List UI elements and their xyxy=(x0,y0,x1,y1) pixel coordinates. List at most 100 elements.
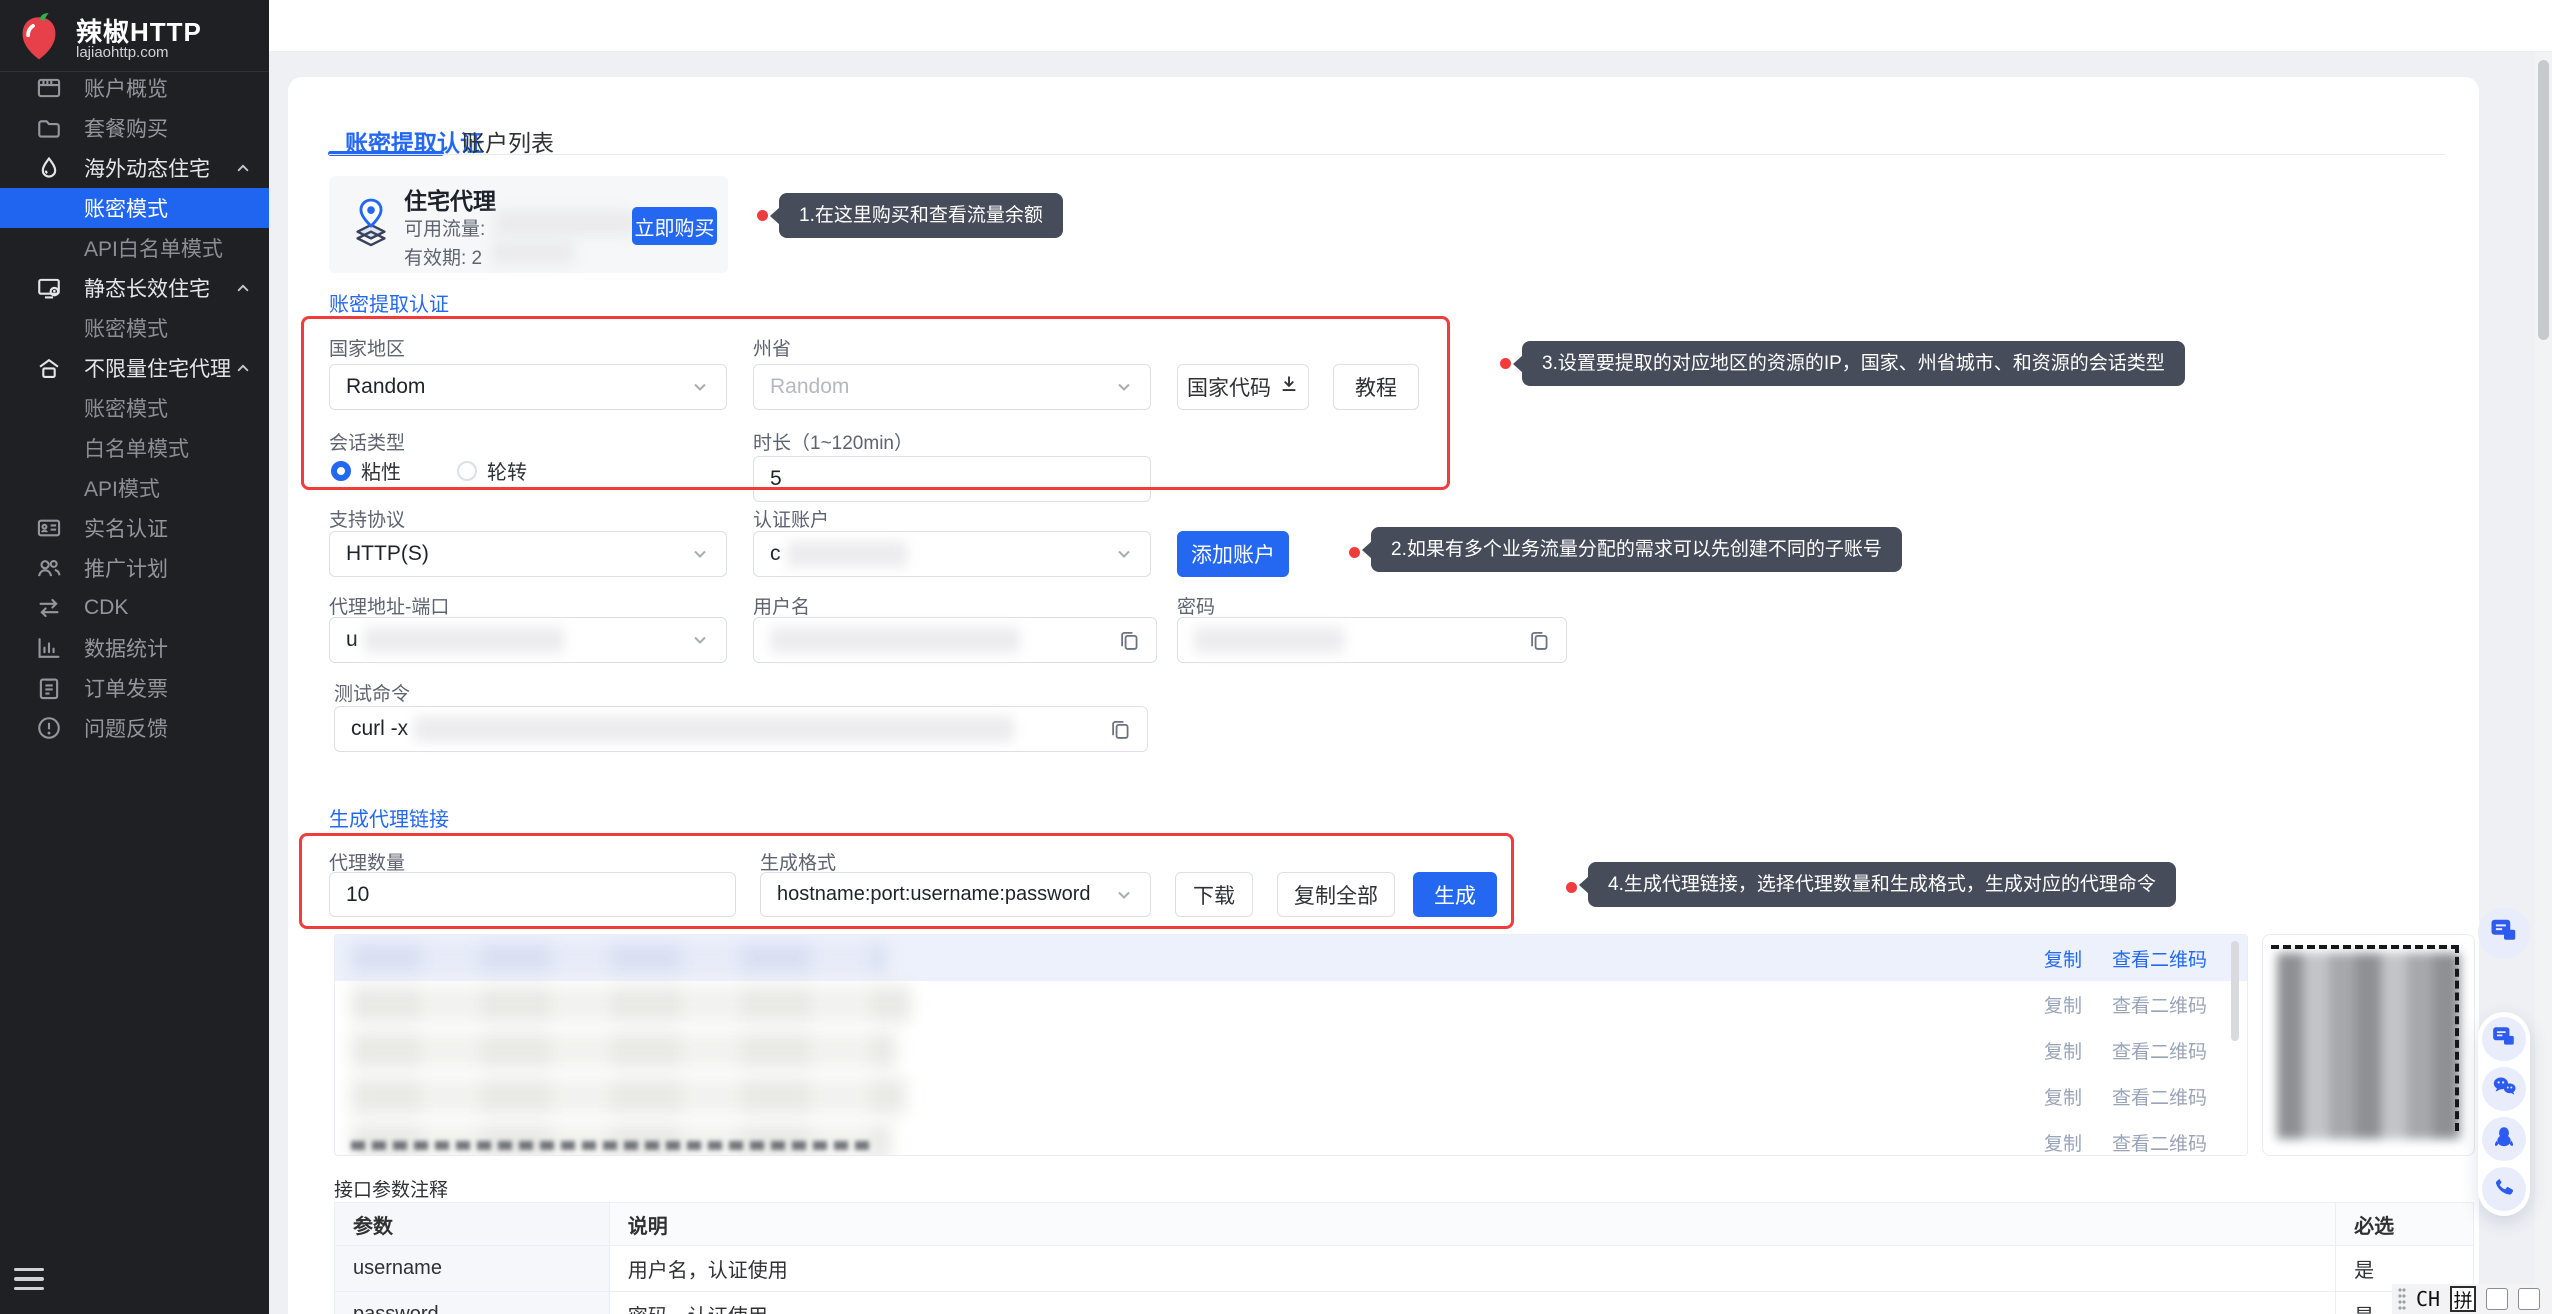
country-code-button[interactable]: 国家代码 xyxy=(1177,364,1309,410)
copy-link[interactable]: 复制 xyxy=(2044,1083,2082,1110)
tutorial-button[interactable]: 教程 xyxy=(1333,364,1419,410)
proxy-result-list: 复制查看二维码复制查看二维码复制查看二维码复制查看二维码复制查看二维码 xyxy=(334,934,2248,1156)
drop-icon xyxy=(36,155,62,181)
params-table-header: 参数 说明 必选 xyxy=(335,1203,2473,1246)
state-placeholder: Random xyxy=(770,375,849,399)
view-qrcode-link[interactable]: 查看二维码 xyxy=(2112,1083,2207,1110)
test-command-input[interactable]: curl -x xyxy=(334,706,1148,752)
format-select[interactable]: hostname:port:username:password xyxy=(760,872,1151,917)
sidebar-item[interactable]: 实名认证 xyxy=(0,508,269,548)
protocol-value: HTTP(S) xyxy=(346,542,429,566)
sidebar-item[interactable]: 账密模式 xyxy=(0,188,269,228)
chat-service-button[interactable] xyxy=(2478,907,2530,959)
view-qrcode-link[interactable]: 查看二维码 xyxy=(2112,1129,2207,1156)
proxy-address-partial: u xyxy=(346,628,358,652)
sidebar-item[interactable]: 海外动态住宅 xyxy=(0,148,269,188)
country-select[interactable]: Random xyxy=(329,364,727,410)
col-description: 说明 xyxy=(610,1203,2336,1245)
ime-drag-handle-icon[interactable] xyxy=(2398,1287,2406,1311)
online-chat-button[interactable] xyxy=(2482,1017,2526,1061)
params-table-row: username用户名，认证使用是 xyxy=(335,1246,2473,1292)
sidebar-item[interactable]: 白名单模式 xyxy=(0,428,269,468)
state-select[interactable]: Random xyxy=(753,364,1151,410)
test-command-blurred xyxy=(414,716,1014,742)
username-value-blurred xyxy=(770,627,1020,653)
chevron-up-icon xyxy=(233,278,253,298)
buy-now-button[interactable]: 立即购买 xyxy=(632,207,717,245)
ime-language-indicator[interactable]: CH xyxy=(2416,1287,2440,1311)
copy-icon[interactable] xyxy=(1118,629,1140,651)
view-qrcode-link[interactable]: 查看二维码 xyxy=(2112,945,2207,972)
list-scrollbar[interactable] xyxy=(2231,941,2239,1041)
duration-input[interactable]: 5 xyxy=(753,456,1151,502)
proxy-address-select[interactable]: u xyxy=(329,617,727,663)
tab-account-list[interactable]: 账户列表 xyxy=(462,124,554,158)
sidebar-item[interactable]: API模式 xyxy=(0,468,269,508)
ime-pinyin-indicator[interactable]: 拼 xyxy=(2450,1286,2476,1312)
auth-account-select[interactable]: c xyxy=(753,531,1151,577)
copy-link[interactable]: 复制 xyxy=(2044,991,2082,1018)
sidebar-item[interactable]: 不限量住宅代理 xyxy=(0,348,269,388)
sidebar-item[interactable]: CDK xyxy=(0,588,269,628)
collapse-menu-icon[interactable] xyxy=(14,1268,44,1297)
blurred-proxy-text xyxy=(351,1124,891,1156)
wechat-button[interactable] xyxy=(2482,1067,2526,1111)
sidebar-item[interactable]: 账密模式 xyxy=(0,308,269,348)
chevron-down-icon xyxy=(690,544,710,564)
sidebar-item[interactable]: 账户概览 xyxy=(0,68,269,108)
expiry-value-blurred xyxy=(492,240,574,264)
proxy-result-row: 复制 查看二维码 xyxy=(335,1073,2247,1119)
ime-extra-icon[interactable] xyxy=(2486,1288,2508,1310)
cdk-icon xyxy=(36,595,62,621)
ime-extra-icon[interactable] xyxy=(2518,1288,2540,1310)
radio-rotate[interactable] xyxy=(457,461,477,481)
generate-button[interactable]: 生成 xyxy=(1413,872,1497,917)
proxy-count-input[interactable]: 10 xyxy=(329,872,736,917)
copy-link[interactable]: 复制 xyxy=(2044,945,2082,972)
copy-link[interactable]: 复制 xyxy=(2044,1129,2082,1156)
sidebar-item[interactable]: 套餐购买 xyxy=(0,108,269,148)
sidebar-item[interactable]: API白名单模式 xyxy=(0,228,269,268)
download-icon xyxy=(1279,374,1299,400)
country-value: Random xyxy=(346,375,425,399)
sidebar-item[interactable]: 订单发票 xyxy=(0,668,269,708)
sidebar-item[interactable]: 账密模式 xyxy=(0,388,269,428)
annotation-tip-3: 3.设置要提取的对应地区的资源的IP，国家、州省城市、和资源的会话类型 xyxy=(1522,341,2185,386)
contact-pill xyxy=(2478,1012,2530,1216)
col-param: 参数 xyxy=(335,1203,610,1245)
sidebar-item[interactable]: 问题反馈 xyxy=(0,708,269,748)
radio-sticky-label[interactable]: 粘性 xyxy=(361,456,401,485)
chevron-down-icon xyxy=(1114,885,1134,905)
add-account-button[interactable]: 添加账户 xyxy=(1177,531,1289,577)
password-input[interactable] xyxy=(1177,617,1567,663)
app-window: 辣椒HTTP lajiaohttp.com 账户概览套餐购买海外动态住宅账密模式… xyxy=(0,0,2552,1314)
copy-link[interactable]: 复制 xyxy=(2044,1037,2082,1064)
protocol-select[interactable]: HTTP(S) xyxy=(329,531,727,577)
view-qrcode-link[interactable]: 查看二维码 xyxy=(2112,991,2207,1018)
proxy-count-value: 10 xyxy=(346,883,369,907)
pepper-logo-icon xyxy=(14,9,64,68)
radio-sticky[interactable] xyxy=(331,461,351,481)
qq-button[interactable] xyxy=(2482,1117,2526,1161)
view-qrcode-link[interactable]: 查看二维码 xyxy=(2112,1037,2207,1064)
chevron-down-icon xyxy=(1114,544,1134,564)
download-button[interactable]: 下载 xyxy=(1175,872,1253,917)
phone-button[interactable] xyxy=(2482,1167,2526,1211)
sidebar-item[interactable]: 数据统计 xyxy=(0,628,269,668)
username-input[interactable] xyxy=(753,617,1157,663)
radio-rotate-label[interactable]: 轮转 xyxy=(487,456,527,485)
format-value: hostname:port:username:password xyxy=(777,883,1091,906)
sidebar-item[interactable]: 静态长效住宅 xyxy=(0,268,269,308)
test-command-partial: curl -x xyxy=(351,717,408,741)
feedback-icon xyxy=(36,715,62,741)
window-scrollbar[interactable] xyxy=(2535,52,2552,1314)
chat-icon xyxy=(2489,916,2519,951)
copy-icon[interactable] xyxy=(1528,629,1550,651)
sidebar-item[interactable]: 推广计划 xyxy=(0,548,269,588)
auth-section-title: 账密提取认证 xyxy=(329,288,449,317)
format-label: 生成格式 xyxy=(760,848,836,875)
scrollbar-thumb[interactable] xyxy=(2538,60,2549,340)
monitor-icon xyxy=(36,275,62,301)
copy-all-button[interactable]: 复制全部 xyxy=(1277,872,1395,917)
copy-icon[interactable] xyxy=(1109,718,1131,740)
